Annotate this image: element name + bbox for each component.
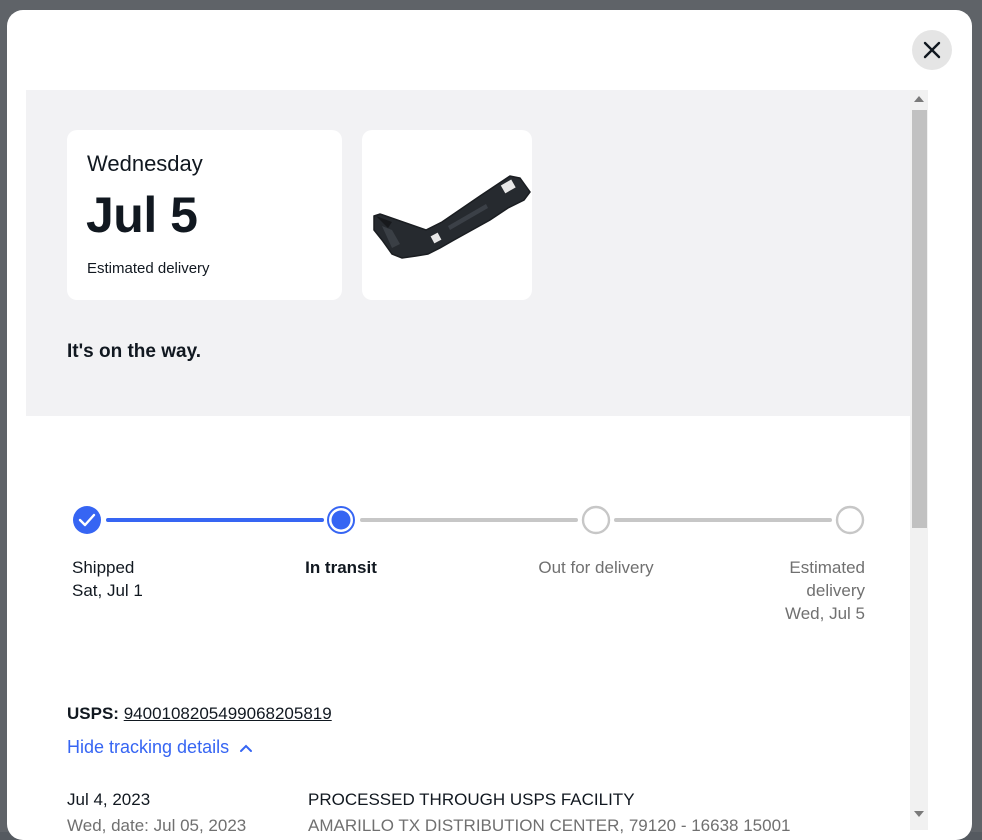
hide-tracking-details-button[interactable]: Hide tracking details	[67, 737, 253, 758]
step-estimated-delivery: Estimated delivery Wed, Jul 5	[746, 556, 865, 625]
delivery-weekday: Wednesday	[87, 151, 203, 176]
delivery-hero: Wednesday Jul 5 Estimated delivery It's …	[26, 90, 910, 416]
carrier-label: USPS:	[67, 704, 119, 723]
modal-scroll-down-icon[interactable]	[914, 811, 924, 817]
tracking-number-link[interactable]: 9400108205499068205819	[124, 704, 332, 723]
step-estimated-delivery-dot	[835, 505, 865, 535]
event-description: PROCESSED THROUGH USPS FACILITY	[308, 790, 635, 809]
step-shipped-dot	[73, 506, 101, 534]
item-thumbnail[interactable]	[362, 130, 532, 300]
chevron-up-icon	[240, 744, 253, 752]
delivery-label: Estimated delivery	[87, 260, 210, 277]
event-date: Jul 4, 2023	[67, 790, 151, 809]
step-estimated-delivery-label: Estimated delivery	[789, 558, 865, 600]
modal-scrollbar-thumb[interactable]	[912, 110, 927, 528]
step-shipped: Shipped Sat, Jul 1	[72, 556, 143, 602]
event-location: AMARILLO TX DISTRIBUTION CENTER, 79120 -…	[308, 816, 791, 835]
step-shipped-label: Shipped	[72, 558, 135, 577]
close-icon	[923, 41, 941, 59]
tracking-number-row: USPS: 9400108205499068205819	[67, 704, 332, 724]
step-out-for-delivery-label: Out for delivery	[538, 558, 654, 577]
toggle-label: Hide tracking details	[67, 737, 230, 757]
event-date-sub: Wed, date: Jul 05, 2023	[67, 816, 247, 835]
step-out-for-delivery-dot	[581, 505, 611, 535]
delivery-date: Jul 5	[86, 187, 198, 243]
modal-content: Wednesday Jul 5 Estimated delivery It's …	[26, 90, 910, 840]
step-out-for-delivery: Out for delivery	[516, 556, 676, 579]
progress-bar	[73, 505, 865, 535]
close-button[interactable]	[912, 30, 952, 70]
shipment-status: It's on the way.	[67, 341, 202, 362]
modal-scroll-up-icon[interactable]	[914, 96, 924, 102]
item-image	[373, 175, 531, 259]
step-estimated-delivery-date: Wed, Jul 5	[784, 604, 865, 623]
estimated-delivery-card: Wednesday Jul 5 Estimated delivery	[67, 130, 342, 300]
tracking-modal: Wednesday Jul 5 Estimated delivery It's …	[7, 10, 972, 840]
progress-tracker: Shipped Sat, Jul 1 In transit Out for de…	[26, 502, 910, 632]
step-shipped-date: Sat, Jul 1	[72, 581, 143, 600]
step-in-transit-label: In transit	[305, 558, 377, 577]
step-in-transit: In transit	[291, 556, 391, 579]
modal-scrollbar[interactable]	[910, 90, 928, 830]
